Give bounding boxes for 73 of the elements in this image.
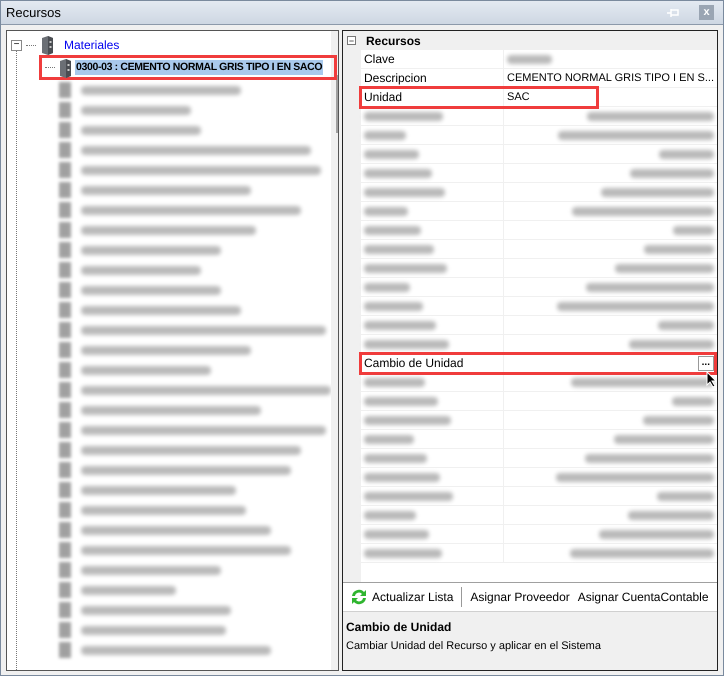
- property-label: Descripcion: [364, 70, 427, 87]
- tree-item[interactable]: Materiales: [64, 36, 120, 54]
- blurred-icon: [59, 642, 71, 658]
- blurred-icon: [59, 502, 71, 518]
- collapse-button[interactable]: −: [347, 36, 356, 45]
- blurred-icon: [59, 342, 71, 358]
- blurred-text: [364, 206, 408, 216]
- blurred-icon: [59, 382, 71, 398]
- blurred-text: [659, 150, 714, 158]
- cabinet-icon: [58, 58, 72, 78]
- blurred-icon: [59, 422, 71, 438]
- blurred-icon: [59, 582, 71, 598]
- category-header: Recursos: [366, 32, 421, 50]
- blurred-icon: [59, 622, 71, 638]
- blurred-icon: [59, 242, 71, 258]
- blurred-text: [364, 510, 416, 520]
- ellipsis-button[interactable]: ...: [698, 356, 714, 370]
- blurred-icon: [59, 262, 71, 278]
- blurred-icon: [59, 202, 71, 218]
- blurred-text: [644, 244, 714, 254]
- blurred-icon: [59, 442, 71, 458]
- blurred-text: [364, 320, 436, 330]
- blurred-icon: [59, 302, 71, 318]
- toolbar-button[interactable]: Asignar Proveedor: [470, 588, 570, 606]
- property-value: CEMENTO NORMAL GRIS TIPO I EN S...: [507, 70, 714, 86]
- help-text: Cambiar Unidad del Recurso y aplicar en el Sistema: [346, 639, 602, 654]
- blurred-icon: [59, 602, 71, 618]
- blurred-text: [364, 168, 432, 178]
- toolbar-button[interactable]: Actualizar Lista: [349, 587, 454, 607]
- blurred-text: [364, 282, 410, 292]
- collapse-button[interactable]: −: [11, 40, 22, 50]
- blurred-text: [673, 226, 714, 234]
- blurred-icon: [59, 402, 71, 418]
- blurred-text: [364, 244, 434, 254]
- blurred-text: [364, 150, 419, 158]
- cabinet-icon: [40, 35, 54, 55]
- blurred-text: [657, 492, 714, 500]
- window-title: Recursos: [6, 4, 62, 22]
- blurred-icon: [59, 142, 71, 158]
- scrollbar[interactable]: [331, 31, 338, 670]
- blurred-icon: [59, 82, 71, 98]
- blurred-text: [507, 54, 552, 64]
- blurred-icon: [59, 462, 71, 478]
- blurred-text: [364, 378, 425, 386]
- blurred-icon: [59, 362, 71, 378]
- blurred-icon: [59, 562, 71, 578]
- blurred-text: [364, 130, 406, 140]
- property-label: Cambio de Unidad: [364, 355, 464, 372]
- blurred-icon: [59, 522, 71, 538]
- blurred-text: [364, 302, 423, 310]
- toolbar-button[interactable]: Asignar CuentaContable: [578, 588, 709, 606]
- tree-item[interactable]: 0300-03 : CEMENTO NORMAL GRIS TIPO I EN SACO: [75, 60, 324, 76]
- blurred-text: [643, 416, 714, 424]
- blurred-icon: [59, 102, 71, 118]
- blurred-icon: [59, 282, 71, 298]
- property-label: Unidad: [364, 89, 402, 106]
- blurred-text: [364, 434, 414, 444]
- property-value: SAC: [507, 90, 530, 105]
- blurred-text: [658, 320, 714, 330]
- blurred-icon: [59, 542, 71, 558]
- blurred-icon: [59, 122, 71, 138]
- blurred-icon: [59, 182, 71, 198]
- blurred-icon: [59, 482, 71, 498]
- blurred-text: [364, 530, 429, 538]
- blurred-text: [364, 454, 427, 462]
- refresh-icon: [349, 587, 369, 607]
- blurred-icon: [59, 222, 71, 238]
- blurred-text: [364, 226, 421, 234]
- help-title: Cambio de Unidad: [346, 619, 452, 636]
- property-label: Clave: [364, 51, 395, 68]
- blurred-icon: [59, 322, 71, 338]
- blurred-text: [672, 396, 714, 406]
- blurred-icon: [59, 162, 71, 178]
